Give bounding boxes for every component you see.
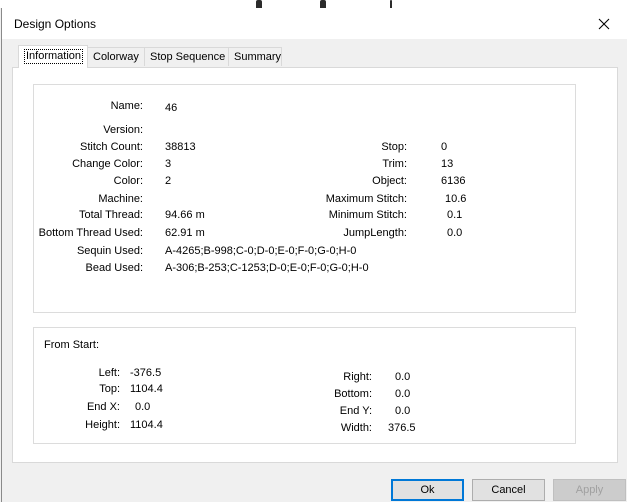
background-app-strip <box>0 0 627 8</box>
color-label: Color: <box>113 175 143 187</box>
stitch-count-value: 38813 <box>165 141 196 153</box>
stitch-count-label: Stitch Count: <box>80 141 143 153</box>
height-label: Height: <box>85 419 120 431</box>
maximum-stitch-label: Maximum Stitch: <box>325 193 407 205</box>
stop-value: 0 <box>441 141 448 153</box>
background-figure <box>256 0 262 8</box>
design-info-group: Name: 46 Version: Stitch Count: 38813 Ch… <box>33 84 576 313</box>
background-figure <box>390 0 392 8</box>
change-color-label: Change Color: <box>72 158 143 170</box>
tab-colorway-label: Colorway <box>93 51 139 63</box>
right-value: 0.0 <box>395 371 411 383</box>
end-y-value: 0.0 <box>395 405 411 417</box>
version-label: Version: <box>103 124 143 136</box>
background-figure <box>320 0 326 8</box>
tab-stop-sequence[interactable]: Stop Sequence <box>144 47 229 66</box>
title-bar[interactable]: Design Options <box>2 8 627 39</box>
stop-label: Stop: <box>381 141 407 153</box>
tab-summary[interactable]: Summary <box>228 47 282 66</box>
information-tab-page: Name: 46 Version: Stitch Count: 38813 Ch… <box>12 67 618 463</box>
cancel-button[interactable]: Cancel <box>472 479 545 501</box>
bottom-thread-value: 62.91 m <box>165 227 205 239</box>
object-value: 6136 <box>441 175 466 187</box>
minimum-stitch-value: 0.1 <box>447 209 463 221</box>
from-start-heading: From Start: <box>44 339 100 351</box>
end-x-label: End X: <box>86 401 120 413</box>
bead-used-label: Bead Used: <box>85 262 143 274</box>
change-color-value: 3 <box>165 158 172 170</box>
tab-information-label: Information <box>24 49 84 64</box>
tab-colorway[interactable]: Colorway <box>87 47 145 66</box>
from-start-group: From Start: Left: -376.5 Top: 1104.4 End… <box>33 327 576 444</box>
design-options-dialog: Design Options Information Colorway Stop… <box>1 8 627 502</box>
end-x-value: 0.0 <box>135 401 151 413</box>
height-value: 1104.4 <box>130 419 163 431</box>
bottom-value: 0.0 <box>395 388 411 400</box>
trim-label: Trim: <box>382 158 407 170</box>
close-icon <box>598 18 610 29</box>
name-value: 46 <box>165 102 178 114</box>
tab-stop-sequence-label: Stop Sequence <box>150 51 226 63</box>
ok-button[interactable]: Ok <box>391 479 464 501</box>
end-y-label: End Y: <box>339 405 372 417</box>
top-label: Top: <box>99 383 120 395</box>
top-value: 1104.4 <box>130 383 163 395</box>
tab-information[interactable]: Information <box>18 45 88 68</box>
dialog-title: Design Options <box>14 17 97 31</box>
width-value: 376.5 <box>388 422 416 434</box>
jump-length-label: JumpLength: <box>343 227 407 239</box>
minimum-stitch-label: Minimum Stitch: <box>328 209 407 221</box>
right-label: Right: <box>343 371 372 383</box>
trim-value: 13 <box>441 158 454 170</box>
total-thread-label: Total Thread: <box>78 209 143 221</box>
total-thread-value: 94.66 m <box>165 209 205 221</box>
bottom-thread-label: Bottom Thread Used: <box>38 227 143 239</box>
object-label: Object: <box>372 175 407 187</box>
maximum-stitch-value: 10.6 <box>445 193 467 205</box>
width-label: Width: <box>340 422 372 434</box>
sequin-used-value: A-4265;B-998;C-0;D-0;E-0;F-0;G-0;H-0 <box>165 245 357 257</box>
jump-length-value: 0.0 <box>447 227 463 239</box>
left-label: Left: <box>98 367 120 379</box>
name-label: Name: <box>110 100 143 112</box>
sequin-used-label: Sequin Used: <box>76 245 143 257</box>
tab-summary-label: Summary <box>234 51 282 63</box>
bottom-label: Bottom: <box>334 388 372 400</box>
close-button[interactable] <box>581 8 627 39</box>
color-value: 2 <box>165 175 172 187</box>
bead-used-value: A-306;B-253;C-1253;D-0;E-0;F-0;G-0;H-0 <box>165 262 369 274</box>
apply-button[interactable]: Apply <box>553 479 626 501</box>
machine-label: Machine: <box>98 193 143 205</box>
left-value: -376.5 <box>130 367 162 379</box>
